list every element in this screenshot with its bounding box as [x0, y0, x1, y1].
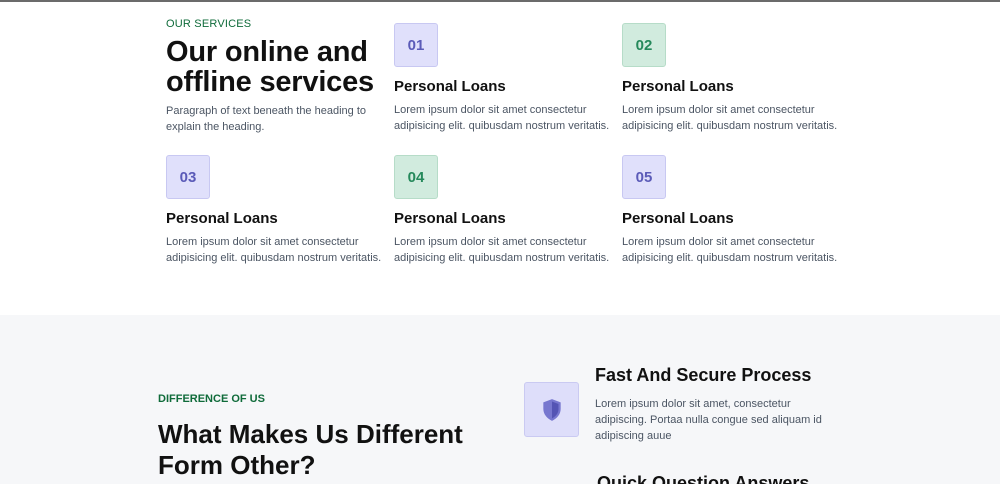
service-card-05: 05 Personal Loans Lorem ipsum dolor sit … [622, 155, 842, 266]
service-card-04: 04 Personal Loans Lorem ipsum dolor sit … [394, 155, 614, 266]
service-card-title: Personal Loans [394, 210, 506, 227]
service-card-title: Personal Loans [622, 210, 734, 227]
feature-title: Fast And Secure Process [595, 365, 812, 385]
feature-text: Lorem ipsum dolor sit amet, consectetur … [595, 398, 822, 442]
service-number-badge: 03 [166, 155, 210, 199]
service-card-title: Personal Loans [166, 210, 278, 227]
difference-section: DIFFERENCE OF US What Makes Us Different… [0, 315, 1000, 484]
service-number-badge: 05 [622, 155, 666, 199]
service-number-badge: 04 [394, 155, 438, 199]
service-card-text: Lorem ipsum dolor sit amet consectetur a… [394, 236, 610, 264]
feature-title-secondary: Quick Question Answers [597, 473, 810, 484]
service-card-text: Lorem ipsum dolor sit amet consectetur a… [622, 236, 838, 264]
services-heading: Our online and offline services [166, 36, 374, 98]
service-number-badge: 01 [394, 23, 438, 67]
service-card-01: 01 Personal Loans Lorem ipsum dolor sit … [394, 23, 614, 134]
service-number-badge: 02 [622, 23, 666, 67]
feature-icon-box [524, 382, 579, 437]
services-section: OUR SERVICES Our online and offline serv… [0, 2, 1000, 315]
service-card-title: Personal Loans [622, 78, 734, 95]
service-card-02: 02 Personal Loans Lorem ipsum dolor sit … [622, 23, 842, 134]
service-card-text: Lorem ipsum dolor sit amet consectetur a… [394, 104, 610, 132]
difference-eyebrow: DIFFERENCE OF US [158, 393, 265, 405]
services-eyebrow: OUR SERVICES [166, 18, 252, 30]
service-card-text: Lorem ipsum dolor sit amet consectetur a… [622, 104, 838, 132]
difference-heading: What Makes Us Different Form Other? [158, 419, 463, 480]
service-card-text: Lorem ipsum dolor sit amet consectetur a… [166, 236, 382, 264]
shield-icon [542, 398, 561, 421]
service-card-03: 03 Personal Loans Lorem ipsum dolor sit … [166, 155, 386, 266]
service-card-title: Personal Loans [394, 78, 506, 95]
services-intro: OUR SERVICES Our online and offline serv… [166, 18, 381, 135]
services-paragraph: Paragraph of text beneath the heading to… [166, 105, 366, 133]
